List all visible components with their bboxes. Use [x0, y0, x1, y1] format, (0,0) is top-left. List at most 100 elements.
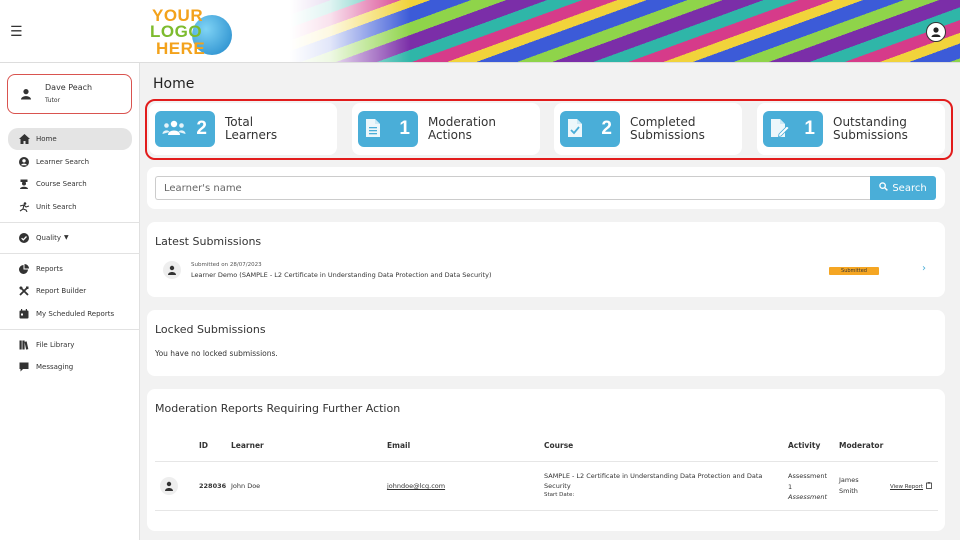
- stat-label-line2: Actions: [428, 128, 472, 142]
- row-activity-line1: Assessment: [788, 472, 827, 480]
- tools-icon: [18, 285, 30, 297]
- locked-submissions-message: You have no locked submissions.: [155, 349, 278, 358]
- search-icon: [879, 182, 889, 194]
- stat-value: 1: [399, 118, 410, 139]
- stat-badge: 2: [155, 111, 215, 147]
- row-course-line2: Security: [544, 482, 571, 490]
- user-profile-card[interactable]: Dave Peach Tutor: [7, 74, 132, 114]
- document-icon: [365, 118, 381, 141]
- chevron-down-icon: ▼: [64, 234, 69, 241]
- sidebar-item-label: Messaging: [36, 363, 74, 371]
- header-banner-image: [290, 0, 960, 62]
- latest-submissions-title: Latest Submissions: [155, 235, 262, 248]
- locked-submissions-title: Locked Submissions: [155, 323, 266, 336]
- submission-description[interactable]: Learner Demo (SAMPLE - L2 Certificate in…: [191, 271, 492, 279]
- user-circle-icon: [18, 156, 30, 168]
- learner-avatar-icon: [163, 261, 181, 279]
- column-header-id: ID: [199, 441, 209, 450]
- user-name: Dave Peach: [45, 83, 93, 92]
- column-header-moderator: Moderator: [839, 441, 884, 450]
- check-circle-icon: [18, 232, 30, 244]
- user-icon: [20, 88, 32, 103]
- chevron-right-icon[interactable]: ›: [922, 263, 926, 274]
- stat-label: Completed Submissions: [630, 116, 730, 142]
- row-activity: Assessment 1 Assessment: [788, 471, 827, 503]
- stat-card-completed-submissions[interactable]: 2 Completed Submissions: [554, 103, 742, 155]
- sidebar-item-quality[interactable]: Quality ▼: [8, 227, 132, 249]
- column-header-course: Course: [544, 441, 574, 450]
- row-email-link[interactable]: johndoe@lcg.com: [387, 482, 445, 490]
- search-button-label: Search: [892, 182, 927, 194]
- logo-text-line3: HERE: [156, 39, 206, 58]
- row-id: 228036: [199, 482, 227, 490]
- row-moderator-line1: James: [839, 476, 859, 484]
- books-icon: [18, 339, 30, 351]
- row-activity-line3: Assessment: [788, 493, 827, 501]
- sidebar-item-label: Reports: [36, 264, 63, 273]
- stat-value: 2: [601, 118, 612, 139]
- learner-avatar-icon: [160, 477, 178, 495]
- view-report-action[interactable]: View Report: [890, 482, 932, 491]
- stat-card-outstanding-submissions[interactable]: 1 Outstanding Submissions: [757, 103, 945, 155]
- stat-value: 1: [804, 118, 815, 139]
- submission-date: Submitted on 28/07/2023: [191, 262, 262, 268]
- app-header: ☰ YOUR LOGO HERE: [0, 0, 960, 63]
- row-learner: John Doe: [231, 482, 261, 490]
- table-divider: [155, 461, 938, 462]
- company-logo[interactable]: YOUR LOGO HERE: [150, 6, 245, 58]
- stat-label: Outstanding Submissions: [833, 116, 933, 142]
- stat-card-total-learners[interactable]: 2 Total Learners: [149, 103, 337, 155]
- sidebar-item-file-library[interactable]: File Library: [8, 334, 132, 356]
- sidebar-item-messaging[interactable]: Messaging: [8, 356, 132, 378]
- sidebar-nav: Home Learner Search Course Search Unit S…: [0, 128, 140, 379]
- sidebar-divider: [0, 221, 140, 223]
- stat-label: Total Learners: [225, 116, 325, 142]
- stat-label-line2: Submissions: [630, 128, 705, 142]
- unit-icon: [18, 201, 30, 213]
- comment-icon: [18, 361, 30, 373]
- sidebar-item-report-builder[interactable]: Report Builder: [8, 280, 132, 302]
- user-account-icon[interactable]: [926, 22, 946, 42]
- sidebar-item-label: Course Search: [36, 180, 87, 188]
- table-divider: [155, 510, 938, 511]
- sidebar-item-unit-search[interactable]: Unit Search: [8, 196, 132, 218]
- stat-label-line2: Submissions: [833, 128, 908, 142]
- latest-submissions-panel: Latest Submissions Submitted on 28/07/20…: [147, 222, 945, 297]
- sidebar-item-learner-search[interactable]: Learner Search: [8, 151, 132, 173]
- sidebar-item-my-scheduled-reports[interactable]: My Scheduled Reports: [8, 303, 132, 325]
- page-title: Home: [153, 76, 195, 92]
- stat-label-line2: Learners: [225, 128, 278, 142]
- row-activity-line2: 1: [788, 482, 793, 491]
- column-header-email: Email: [387, 441, 411, 450]
- moderation-reports-title: Moderation Reports Requiring Further Act…: [155, 402, 401, 415]
- stat-badge: 1: [358, 111, 418, 147]
- sidebar: Dave Peach Tutor Home Learner Search Cou…: [0, 63, 140, 540]
- sidebar-item-label: Quality: [36, 233, 62, 242]
- document-check-icon: [567, 118, 583, 141]
- sidebar-item-label: My Scheduled Reports: [36, 309, 115, 318]
- sidebar-divider: [0, 252, 140, 254]
- sidebar-divider: [0, 328, 140, 330]
- learner-name-input[interactable]: [155, 176, 871, 200]
- sidebar-item-label: Home: [36, 135, 57, 143]
- sidebar-item-reports[interactable]: Reports: [8, 258, 132, 280]
- sidebar-item-label: Report Builder: [36, 287, 87, 295]
- row-start-date: Start Date:: [544, 492, 575, 498]
- hamburger-menu-icon[interactable]: ☰: [10, 25, 23, 39]
- row-course: SAMPLE - L2 Certificate in Understanding…: [544, 471, 774, 500]
- pie-chart-icon: [18, 263, 30, 275]
- home-icon: [18, 133, 30, 145]
- locked-submissions-panel: Locked Submissions You have no locked su…: [147, 310, 945, 376]
- calendar-icon: [18, 308, 30, 320]
- stat-label: Moderation Actions: [428, 116, 528, 142]
- search-button[interactable]: Search: [870, 176, 936, 200]
- column-header-activity: Activity: [788, 441, 821, 450]
- sidebar-item-label: Learner Search: [36, 157, 90, 166]
- user-role: Tutor: [45, 97, 61, 104]
- stat-card-moderation-actions[interactable]: 1 Moderation Actions: [352, 103, 540, 155]
- stat-value: 2: [196, 118, 207, 139]
- sidebar-item-home[interactable]: Home: [8, 128, 132, 150]
- view-report-link[interactable]: View Report: [890, 484, 923, 490]
- document-pen-icon: [770, 118, 790, 141]
- sidebar-item-course-search[interactable]: Course Search: [8, 173, 132, 195]
